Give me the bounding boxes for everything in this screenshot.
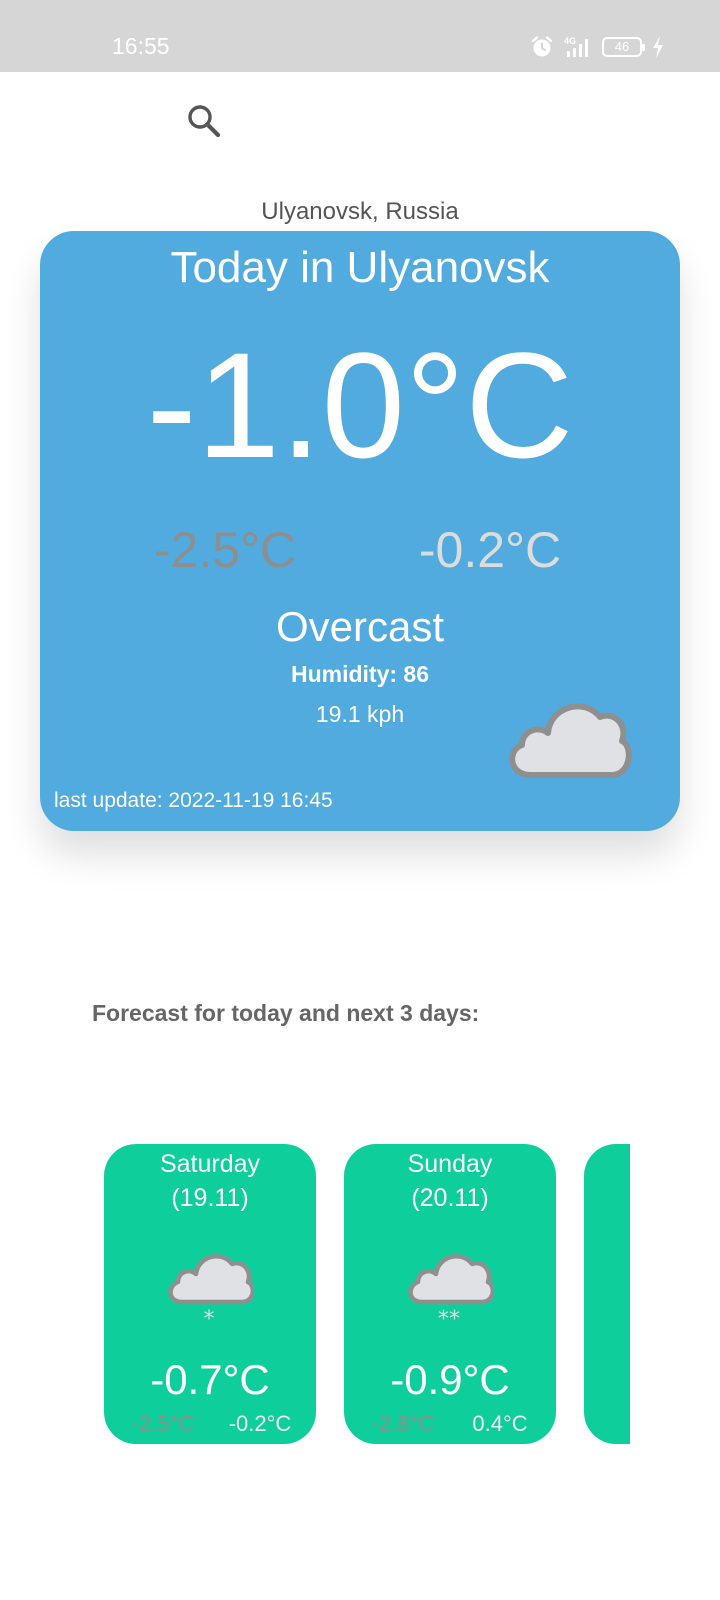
forecast-max-temp: 0.4°C: [472, 1411, 528, 1436]
current-temperature: -1.0°C: [146, 321, 574, 489]
forecast-avg-temp: -0.9°C: [390, 1356, 510, 1403]
charging-icon: [653, 36, 663, 58]
alarm-icon: [531, 36, 553, 57]
min-temperature: -2.5°C: [153, 522, 297, 578]
battery-level: 46: [614, 39, 630, 54]
svg-text:**: **: [438, 1307, 460, 1330]
cloud-icon: [509, 703, 632, 778]
location-label: Ulyanovsk, Russia: [261, 198, 459, 225]
weather-condition: Overcast: [275, 603, 445, 650]
snow-icon: **: [408, 1254, 494, 1330]
forecast-day: Saturday: [159, 1150, 261, 1178]
forecast-day: Sunday: [407, 1150, 493, 1178]
svg-text:4G: 4G: [564, 36, 576, 46]
battery-icon: 46: [602, 37, 645, 57]
forecast-min-temp: -2.8°C: [371, 1411, 435, 1436]
forecast-card-partial[interactable]: [584, 1144, 630, 1444]
status-icons: 4G 46: [530, 34, 664, 60]
status-bar: 16:55 4G 46: [0, 0, 720, 72]
humidity-label: Humidity: 86: [290, 661, 430, 687]
forecast-date: (20.11): [411, 1184, 489, 1212]
today-title: Today in Ulyanovsk: [170, 243, 550, 292]
today-weather-card: Today in Ulyanovsk -1.0°C -2.5°C -0.2°C …: [40, 231, 680, 831]
last-update-label: last update: 2022-11-19 16:45: [54, 789, 333, 812]
search-button[interactable]: [184, 102, 224, 142]
forecast-card-sunday[interactable]: Sunday (20.11) ** -0.9°C -2.8°C 0.4°C: [344, 1144, 556, 1444]
forecast-card-saturday[interactable]: Saturday (19.11) * -0.7°C -2.5°C -0.2°C: [104, 1144, 316, 1444]
forecast-max-temp: -0.2°C: [228, 1411, 292, 1436]
forecast-min-temp: -2.5°C: [131, 1411, 195, 1436]
forecast-list[interactable]: Saturday (19.11) * -0.7°C -2.5°C -0.2°C …: [104, 1144, 630, 1444]
status-time: 16:55: [112, 33, 170, 59]
light-snow-icon: *: [168, 1254, 254, 1330]
forecast-avg-temp: -0.7°C: [150, 1356, 270, 1403]
svg-text:*: *: [204, 1307, 215, 1330]
search-icon: [188, 105, 221, 138]
forecast-heading: Forecast for today and next 3 days:: [92, 1000, 480, 1026]
signal-4g-icon: 4G: [564, 36, 588, 57]
max-temperature: -0.2°C: [418, 522, 562, 578]
forecast-date: (19.11): [171, 1184, 249, 1212]
